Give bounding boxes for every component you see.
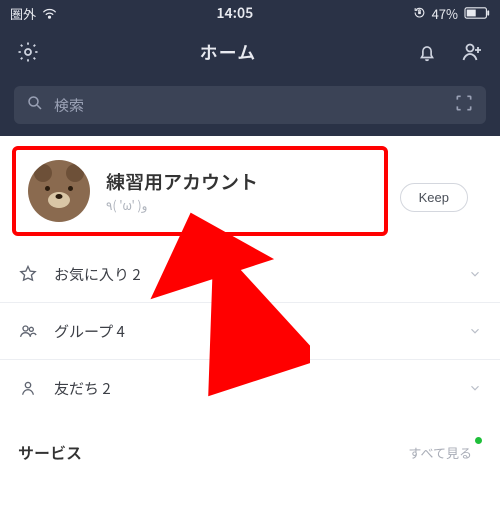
notifications-button[interactable] [416,41,438,63]
search-icon [26,93,44,117]
row-label: お気に入り 2 [54,264,454,285]
settings-button[interactable] [16,40,40,64]
row-label: 友だち 2 [54,378,454,399]
profile-card[interactable]: 練習用アカウント ٩( 'ω' )و [12,146,388,236]
profile-status-msg: ٩( 'ω' )و [106,197,372,214]
group-icon [18,321,40,341]
new-dot-icon [475,437,482,444]
qr-scan-icon[interactable] [454,93,474,118]
chevron-down-icon [468,376,482,400]
row-groups[interactable]: グループ 4 [0,303,500,360]
battery-icon [464,7,490,19]
carrier-text: 圏外 [10,4,36,23]
status-left: 圏外 [10,4,57,23]
home-list: お気に入り 2 グループ 4 友だち 2 [0,246,500,416]
keep-button[interactable]: Keep [400,183,468,212]
search-wrap: 検索 [0,78,500,136]
status-time: 14:05 [216,3,253,23]
wifi-icon [42,4,57,23]
add-friend-button[interactable] [460,40,484,64]
service-title: サービス [18,440,82,464]
page-title: ホーム [200,39,256,65]
status-right: 47% [413,4,490,23]
friend-icon [18,378,40,398]
row-favorites[interactable]: お気に入り 2 [0,246,500,303]
profile-area: 練習用アカウント ٩( 'ω' )و Keep [0,136,500,240]
service-section: サービス すべて見る [0,416,500,472]
chevron-down-icon [468,319,482,343]
battery-pct: 47% [432,4,458,23]
orientation-lock-icon [413,4,426,23]
avatar [28,160,90,222]
profile-name: 練習用アカウント [106,168,372,195]
chevron-down-icon [468,262,482,286]
service-see-all[interactable]: すべて見る [408,443,482,462]
row-label: グループ 4 [54,321,454,342]
search-placeholder: 検索 [54,95,444,116]
status-bar: 圏外 14:05 47% [0,0,500,26]
profile-text: 練習用アカウント ٩( 'ω' )و [106,168,372,214]
row-friends[interactable]: 友だち 2 [0,360,500,416]
see-all-label: すべて見る [408,443,472,462]
nav-header: ホーム [0,26,500,78]
search-input[interactable]: 検索 [14,86,486,124]
star-icon [18,264,40,284]
